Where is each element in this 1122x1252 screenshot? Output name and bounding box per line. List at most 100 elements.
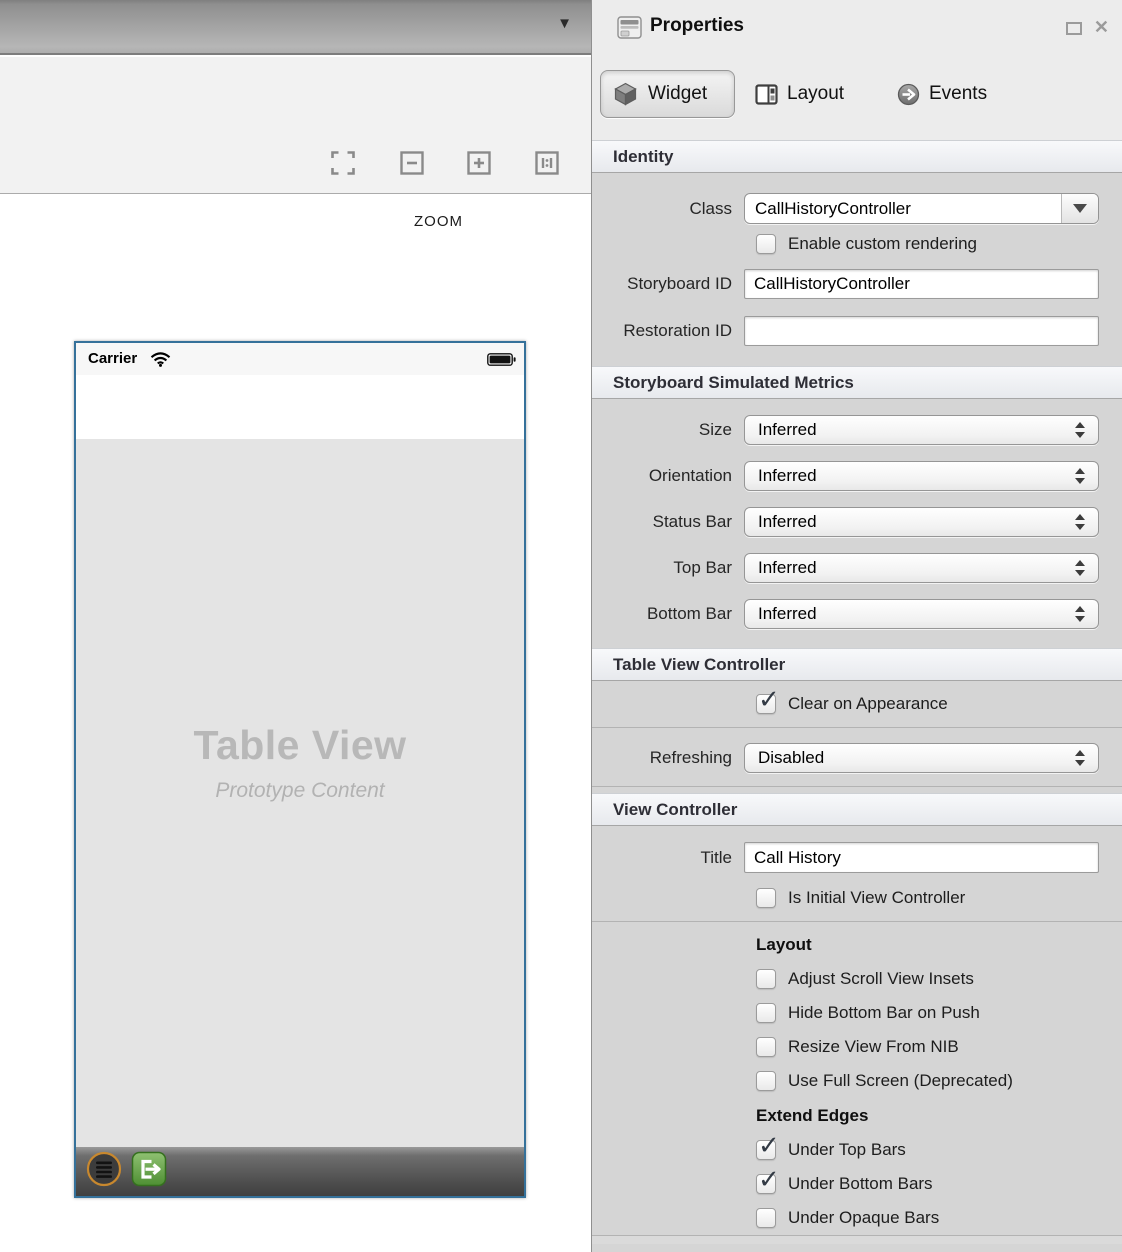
use-full-screen-label: Use Full Screen (Deprecated) [788,1071,1013,1091]
table-view-placeholder-subtitle: Prototype Content [76,779,524,803]
under-top-bars-row: ✓ Under Top Bars [756,1140,1122,1160]
status-bar-row: Status Bar Inferred [592,507,1110,537]
title-field[interactable] [744,842,1099,873]
hide-bottom-bar-on-push-row: ✓ Hide Bottom Bar on Push [756,1003,1122,1023]
table-view-placeholder-title: Table View [76,722,524,769]
stepper-arrows-icon [1075,468,1085,484]
use-full-screen-row: ✓ Use Full Screen (Deprecated) [756,1071,1122,1091]
enable-custom-rendering-checkbox[interactable]: ✓ [756,234,776,254]
stepper-arrows-icon [1075,514,1085,530]
tab-widget[interactable]: Widget [600,70,735,118]
under-bottom-bars-row: ✓ Under Bottom Bars [756,1174,1122,1194]
clear-on-appearance-row: ✓ Clear on Appearance [756,694,1122,714]
properties-inspector: Properties ✕ Widget Layout [591,0,1122,1252]
refreshing-row: Refreshing Disabled [592,743,1110,773]
under-top-bars-checkbox[interactable]: ✓ [756,1140,776,1160]
widget-cube-icon [612,81,639,107]
under-opaque-bars-label: Under Opaque Bars [788,1208,939,1228]
under-top-bars-label: Under Top Bars [788,1140,906,1160]
top-bar-label: Top Bar [592,558,744,578]
tab-layout[interactable]: Layout [755,70,844,118]
checkmark-icon: ✓ [758,685,780,715]
resize-view-from-nib-checkbox[interactable]: ✓ [756,1037,776,1057]
restoration-id-field[interactable] [744,316,1099,346]
float-window-button[interactable] [1066,22,1082,35]
table-view-controller-icon[interactable] [85,1150,123,1193]
section-header-identity: Identity [592,140,1122,173]
device-status-bar: Carrier [76,343,524,375]
refreshing-label: Refreshing [592,748,744,768]
section-header-table-view-controller: Table View Controller [592,648,1122,681]
title-row: Title [592,842,1110,873]
fit-to-window-button[interactable] [328,149,358,179]
table-view-canvas[interactable]: Table View Prototype Content [76,439,524,1147]
class-dropdown-button[interactable] [1061,194,1098,223]
exit-segue-icon[interactable] [130,1150,168,1193]
under-opaque-bars-checkbox[interactable]: ✓ [756,1208,776,1228]
panel-title: Properties [650,15,744,37]
actual-size-icon [534,150,560,176]
panel-bottom-strip [592,1236,1122,1244]
resize-view-from-nib-label: Resize View From NIB [788,1037,959,1057]
resize-view-from-nib-row: ✓ Resize View From NIB [756,1037,1122,1057]
device-nav-area [76,375,524,439]
restoration-id-row: Restoration ID [592,316,1110,346]
under-bottom-bars-checkbox[interactable]: ✓ [756,1174,776,1194]
bottom-bar-popup-value: Inferred [758,604,817,624]
orientation-popup-value: Inferred [758,466,817,486]
events-arrow-icon [897,83,920,106]
storyboard-id-field[interactable] [744,269,1099,299]
use-full-screen-checkbox[interactable]: ✓ [756,1071,776,1091]
adjust-scroll-view-insets-label: Adjust Scroll View Insets [788,969,974,989]
size-row: Size Inferred [592,415,1110,445]
orientation-popup[interactable]: Inferred [744,461,1099,491]
canvas-header-bar: ▼ [0,0,591,55]
adjust-scroll-view-insets-checkbox[interactable]: ✓ [756,969,776,989]
is-initial-view-controller-checkbox[interactable]: ✓ [756,888,776,908]
status-bar-popup-value: Inferred [758,512,817,532]
wifi-icon [150,352,171,372]
layout-panels-icon [755,84,778,105]
zoom-out-icon [399,150,425,176]
close-icon[interactable]: ✕ [1094,13,1109,42]
under-bottom-bars-label: Under Bottom Bars [788,1174,933,1194]
orientation-row: Orientation Inferred [592,461,1110,491]
is-initial-view-controller-label: Is Initial View Controller [788,888,965,908]
stepper-arrows-icon [1075,750,1085,766]
extend-edges-subheading: Extend Edges [756,1106,1122,1126]
storyboard-table-view-controller[interactable]: Carrier Table View Prototype Con [74,341,526,1198]
actual-size-button[interactable] [532,149,562,179]
section-title: Storyboard Simulated Metrics [613,373,854,393]
clear-on-appearance-checkbox[interactable]: ✓ [756,694,776,714]
battery-icon [487,353,516,371]
status-bar-popup[interactable]: Inferred [744,507,1099,537]
zoom-toolbar-label: ZOOM [414,213,463,230]
properties-titlebar: Properties ✕ [592,0,1122,55]
stepper-arrows-icon [1075,422,1085,438]
bottom-bar-popup[interactable]: Inferred [744,599,1099,629]
bottom-bar-label: Bottom Bar [592,604,744,624]
zoom-out-button[interactable] [397,149,427,179]
section-title: Identity [613,147,673,167]
class-combobox[interactable]: CallHistoryController [744,193,1099,224]
hide-bottom-bar-on-push-checkbox[interactable]: ✓ [756,1003,776,1023]
top-bar-popup[interactable]: Inferred [744,553,1099,583]
stepper-arrows-icon [1075,606,1085,622]
fit-to-window-icon [330,150,356,176]
chevron-down-icon[interactable]: ▼ [557,15,572,32]
bottom-bar-row: Bottom Bar Inferred [592,599,1110,629]
zoom-in-button[interactable] [464,149,494,179]
size-popup[interactable]: Inferred [744,415,1099,445]
status-bar-label: Status Bar [592,512,744,532]
inspector-tab-bar: Widget Layout Events [592,55,1122,140]
hide-bottom-bar-on-push-label: Hide Bottom Bar on Push [788,1003,980,1023]
properties-panel-icon [617,16,642,44]
refreshing-popup-value: Disabled [758,748,824,768]
class-value: CallHistoryController [745,194,1061,223]
zoom-toolbar: ZOOM [0,57,591,194]
size-popup-value: Inferred [758,420,817,440]
title-label: Title [592,848,744,868]
refreshing-popup[interactable]: Disabled [744,743,1099,773]
class-label: Class [592,199,744,219]
tab-events[interactable]: Events [897,70,987,118]
